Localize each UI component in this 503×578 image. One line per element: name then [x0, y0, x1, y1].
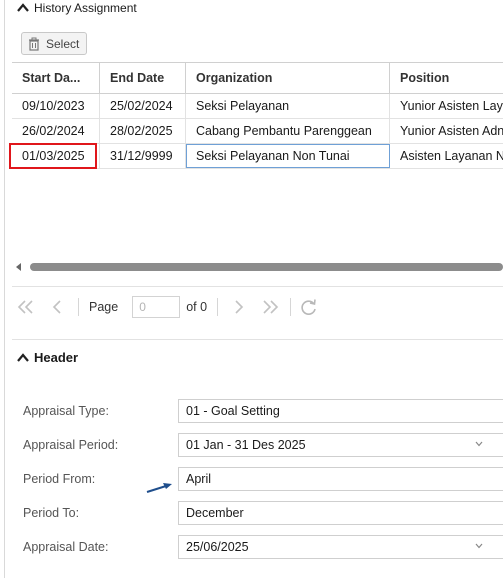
appraisal-date-value: 25/06/2025: [186, 540, 249, 554]
column-header-position[interactable]: Position: [390, 63, 503, 93]
table-row[interactable]: 09/10/2023 25/02/2024 Seksi Pelayanan Yu…: [12, 94, 503, 119]
last-page-icon[interactable]: [254, 297, 284, 317]
column-header-organization[interactable]: Organization: [186, 63, 390, 93]
history-section-title: History Assignment: [34, 1, 137, 15]
first-page-icon[interactable]: [12, 297, 42, 317]
cell-position[interactable]: Yunior Asisten Adn: [390, 119, 503, 143]
prev-page-icon[interactable]: [42, 297, 72, 317]
period-to-field[interactable]: December: [178, 501, 503, 525]
cell-position[interactable]: Asisten Layanan N: [390, 144, 503, 168]
appraisal-period-value: 01 Jan - 31 Des 2025: [186, 438, 306, 452]
horizontal-scrollbar[interactable]: [16, 262, 503, 272]
divider: [12, 339, 503, 340]
panel-border: [4, 0, 5, 578]
header-section-title: Header: [34, 350, 79, 365]
refresh-icon[interactable]: [297, 297, 321, 317]
pagination-toolbar: Page 0 of 0: [12, 292, 503, 322]
cell-end-date[interactable]: 31/12/9999: [100, 144, 186, 168]
trash-icon: [29, 37, 39, 51]
divider: [12, 286, 503, 287]
chevron-up-icon[interactable]: [16, 1, 30, 15]
appraisal-period-select[interactable]: 01 Jan - 31 Des 2025: [178, 433, 503, 457]
form-row-appraisal-type: Appraisal Type: 01 - Goal Setting: [23, 399, 503, 423]
pager-divider: [290, 298, 292, 316]
page-count-label: of 0: [186, 300, 208, 314]
chevron-up-icon[interactable]: [16, 351, 30, 365]
cell-start-date[interactable]: 26/02/2024: [12, 119, 100, 143]
pager-divider: [217, 298, 219, 316]
column-header-end-date[interactable]: End Date: [100, 63, 186, 93]
cell-organization[interactable]: Seksi Pelayanan: [186, 94, 390, 118]
highlight-annotation-box: [9, 143, 97, 169]
cell-organization-selected[interactable]: Seksi Pelayanan Non Tunai: [186, 144, 390, 168]
cell-organization[interactable]: Cabang Pembantu Parenggean: [186, 119, 390, 143]
history-section-header[interactable]: History Assignment: [16, 0, 137, 16]
pager-divider: [78, 298, 79, 316]
column-header-start-date[interactable]: Start Da...: [12, 63, 100, 93]
select-button-label: Select: [46, 36, 80, 51]
select-button[interactable]: Select: [21, 32, 87, 55]
header-section-header[interactable]: Header: [16, 350, 78, 365]
scroll-left-icon[interactable]: [16, 263, 21, 271]
form-row-period-from: Period From: April: [23, 467, 503, 491]
grid-header-row: Start Da... End Date Organization Positi…: [12, 63, 503, 94]
appraisal-type-label: Appraisal Type:: [23, 404, 109, 418]
form-row-appraisal-period: Appraisal Period: 01 Jan - 31 Des 2025: [23, 433, 503, 457]
page-label: Page: [89, 300, 119, 314]
period-from-field[interactable]: April: [178, 467, 503, 491]
appraisal-date-picker[interactable]: 25/06/2025: [178, 535, 503, 559]
next-page-icon[interactable]: [224, 297, 254, 317]
form-row-appraisal-date: Appraisal Date: 25/06/2025: [23, 535, 503, 559]
chevron-down-icon[interactable]: [475, 542, 483, 550]
form-row-period-to: Period To: December: [23, 501, 503, 525]
appraisal-type-field[interactable]: 01 - Goal Setting: [178, 399, 503, 423]
appraisal-period-label: Appraisal Period:: [23, 438, 119, 452]
scrollbar-thumb[interactable]: [30, 263, 503, 271]
annotation-arrow-icon: [146, 483, 172, 493]
cell-end-date[interactable]: 28/02/2025: [100, 119, 186, 143]
cell-start-date[interactable]: 09/10/2023: [12, 94, 100, 118]
cell-position[interactable]: Yunior Asisten Lay: [390, 94, 503, 118]
cell-end-date[interactable]: 25/02/2024: [100, 94, 186, 118]
table-row[interactable]: 26/02/2024 28/02/2025 Cabang Pembantu Pa…: [12, 119, 503, 144]
page-number-input[interactable]: 0: [132, 296, 181, 318]
period-to-label: Period To:: [23, 506, 80, 520]
chevron-down-icon[interactable]: [475, 440, 483, 448]
appraisal-date-label: Appraisal Date:: [23, 540, 109, 554]
